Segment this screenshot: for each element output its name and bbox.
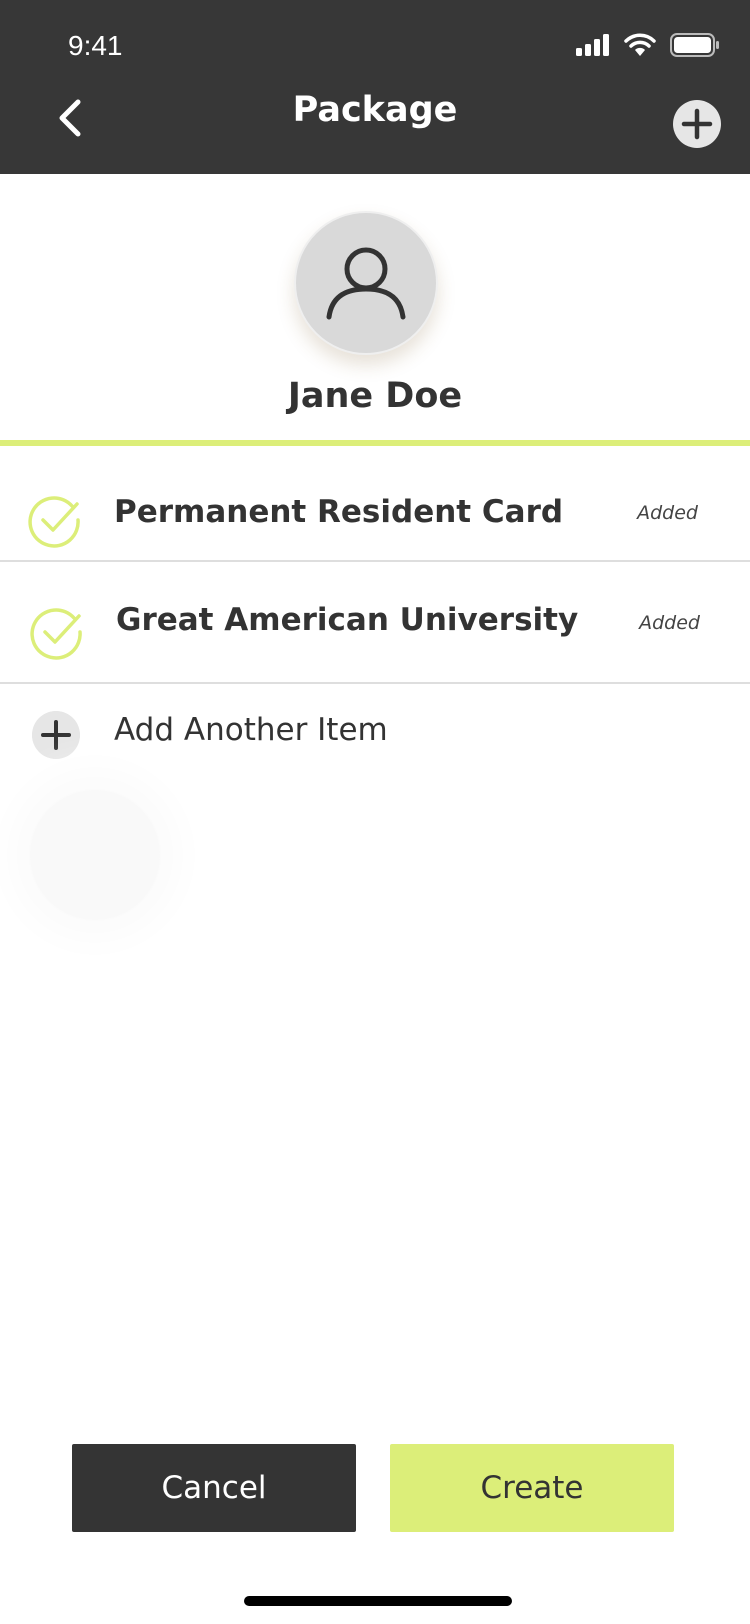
add-item-row[interactable]: Add Another Item <box>0 684 750 784</box>
plus-circle-icon <box>673 100 721 148</box>
avatar <box>294 211 438 355</box>
plus-icon <box>32 711 80 759</box>
signal-icon <box>576 34 609 56</box>
status-icons <box>576 30 720 60</box>
item-label: Permanent Resident Card <box>114 494 564 530</box>
header-add-button[interactable] <box>672 99 722 149</box>
item-label: Great American University <box>116 602 579 638</box>
background-decoration <box>30 790 160 920</box>
check-circle-icon <box>30 608 82 660</box>
item-status: Added <box>637 502 698 524</box>
list-item[interactable]: Permanent Resident Card Added <box>0 446 750 562</box>
cancel-button[interactable]: Cancel <box>72 1444 356 1532</box>
user-icon <box>326 247 406 320</box>
list-item[interactable]: Great American University Added <box>0 562 750 684</box>
wifi-icon <box>624 33 656 56</box>
profile-name: Jane Doe <box>287 376 463 416</box>
page-title: Package <box>292 90 458 130</box>
header-bar: 9:41 Package <box>0 0 750 174</box>
battery-icon <box>670 33 719 57</box>
create-button[interactable]: Create <box>390 1444 674 1532</box>
add-item-label: Add Another Item <box>114 712 388 748</box>
item-status: Added <box>639 612 700 634</box>
check-circle-icon <box>28 496 80 548</box>
home-indicator <box>244 1596 512 1606</box>
status-time: 9:41 <box>68 30 123 61</box>
